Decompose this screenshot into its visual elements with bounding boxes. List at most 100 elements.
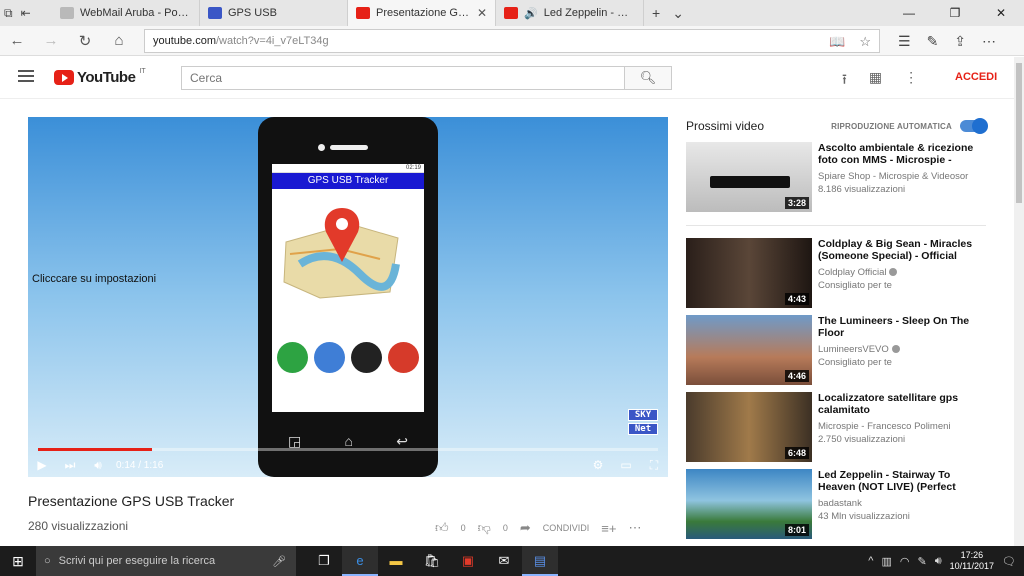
map-pin-icon xyxy=(283,208,400,299)
sign-in-button[interactable]: ACCEDI xyxy=(955,71,997,83)
video-player[interactable]: Clicccare su impostazioni 02:19 GPS USB … xyxy=(28,117,668,477)
phone-speaker xyxy=(330,145,368,150)
share-button[interactable]: CONDIVIDI xyxy=(543,523,590,533)
video-thumbnail[interactable]: 6:48 xyxy=(686,392,812,462)
apps-grid-icon[interactable]: ▦ xyxy=(869,69,882,93)
video-thumbnail[interactable]: 8:01 xyxy=(686,469,812,539)
share-icon[interactable]: ⇪ xyxy=(954,33,966,50)
fullscreen-icon[interactable]: ⛶ xyxy=(640,458,668,473)
up-next-item[interactable]: 4:43 Coldplay & Big Sean - Miracles (Som… xyxy=(686,238,986,308)
volume-icon[interactable]: 🔊︎ xyxy=(84,458,112,473)
video-item-title[interactable]: Localizzatore satellitare gps calamitato xyxy=(818,392,978,416)
play-icon[interactable]: ▶ xyxy=(28,458,56,472)
autoplay-toggle[interactable] xyxy=(960,118,988,134)
word-document-icon[interactable]: ▤ xyxy=(522,546,558,576)
gift-icon[interactable]: ▣ xyxy=(450,546,486,576)
clock-date: 10/11/2017 xyxy=(949,561,995,571)
tab-actions: ⧉ ⇤ xyxy=(0,0,52,26)
up-next-item[interactable]: 4:46 The Lumineers - Sleep On The Floor … xyxy=(686,315,986,385)
tab-webmail[interactable]: WebMail Aruba - Posta in ar xyxy=(52,0,200,26)
video-meta: 2.750 visualizzazioni xyxy=(818,434,906,445)
like-icon[interactable]: 👍︎ xyxy=(435,520,449,536)
new-tab-icon[interactable]: + xyxy=(652,5,660,21)
skynet-favicon-icon xyxy=(208,7,222,19)
video-item-title[interactable]: Ascolto ambientale & ricezione foto con … xyxy=(818,142,978,166)
dislike-count: 0 xyxy=(502,523,508,533)
time-display: 0:14 / 1:16 xyxy=(116,459,164,471)
file-explorer-icon[interactable]: ▬ xyxy=(378,546,414,576)
search-button[interactable]: 🔍︎ xyxy=(624,66,672,90)
wifi-icon[interactable]: ◠ xyxy=(900,555,910,568)
home-icon[interactable]: ⌂ xyxy=(102,32,136,49)
tab-gps-usb[interactable]: GPS USB xyxy=(200,0,348,26)
video-meta: Consigliato per te xyxy=(818,357,892,368)
scrollbar-thumb[interactable] xyxy=(1016,63,1022,203)
restore-icon[interactable]: ❐ xyxy=(932,0,978,26)
show-tabs-icon[interactable]: ⇤ xyxy=(21,6,31,20)
microphone-icon[interactable]: 🎤︎ xyxy=(272,555,286,568)
close-tab-icon[interactable]: ✕ xyxy=(477,6,487,20)
close-window-icon[interactable]: ✕ xyxy=(978,0,1024,26)
youtube-logo[interactable]: YouTube IT xyxy=(54,68,146,86)
settings-more-icon[interactable]: ⋮ xyxy=(904,69,918,93)
clock[interactable]: 17:26 10/11/2017 xyxy=(950,550,994,572)
minimize-icon[interactable]: — xyxy=(886,0,932,26)
tab-preview-chevron-icon[interactable]: ⌄ xyxy=(672,5,684,22)
video-item-title[interactable]: Led Zeppelin - Stairway To Heaven (NOT L… xyxy=(818,469,978,493)
up-next-item[interactable]: 8:01 Led Zeppelin - Stairway To Heaven (… xyxy=(686,469,986,539)
pen-icon[interactable]: ✎ xyxy=(927,33,939,50)
search-input[interactable] xyxy=(181,66,625,90)
video-meta: 43 Mln visualizzazioni xyxy=(818,511,910,522)
video-item-title[interactable]: The Lumineers - Sleep On The Floor xyxy=(818,315,978,339)
video-meta: Consigliato per te xyxy=(818,280,892,291)
url-host: youtube.com xyxy=(153,35,216,47)
video-thumbnail[interactable]: 4:43 xyxy=(686,238,812,308)
volume-tray-icon[interactable]: 🔊︎ xyxy=(935,555,942,568)
windows-start-icon[interactable]: ⊞ xyxy=(0,553,36,570)
tab-presentazione[interactable]: Presentazione GPS USB ✕ xyxy=(348,0,496,26)
tray-chevron-icon[interactable]: ^ xyxy=(868,555,873,567)
duration-badge: 4:46 xyxy=(784,370,809,382)
tab-led-zeppelin[interactable]: 🔊 Led Zeppelin - Stairway xyxy=(496,0,644,26)
speaker-icon[interactable]: 🔊 xyxy=(524,7,538,20)
page-scrollbar[interactable] xyxy=(1014,57,1024,546)
edge-icon[interactable]: e xyxy=(342,546,378,576)
refresh-icon[interactable]: ↻ xyxy=(68,32,102,50)
video-item-title[interactable]: Coldplay & Big Sean - Miracles (Someone … xyxy=(818,238,978,262)
task-view-icon[interactable]: ❐ xyxy=(306,546,342,576)
pen-workspace-icon[interactable]: ✎ xyxy=(917,555,926,568)
mail-icon[interactable]: ✉ xyxy=(486,546,522,576)
reading-view-icon[interactable]: 📖 xyxy=(829,34,845,50)
gear-icon[interactable]: ⚙ xyxy=(584,458,612,473)
more-icon[interactable]: ⋯ xyxy=(982,33,996,50)
more-actions-icon[interactable]: ⋯ xyxy=(628,520,641,536)
channel-row: Coldplay Official xyxy=(818,267,898,278)
set-aside-tabs-icon[interactable]: ⧉ xyxy=(4,6,13,21)
cortana-icon: ○ xyxy=(44,555,51,567)
webmail-favicon-icon xyxy=(60,7,74,19)
menu-icon[interactable] xyxy=(18,70,34,85)
autoplay-label: RIPRODUZIONE AUTOMATICA xyxy=(831,121,952,131)
favorite-star-icon[interactable]: ☆ xyxy=(859,34,871,50)
store-icon[interactable]: 🛍︎ xyxy=(414,546,450,576)
favorites-hub-icon[interactable]: ☰ xyxy=(898,33,911,50)
up-next-item[interactable]: 3:28 Ascolto ambientale & ricezione foto… xyxy=(686,142,986,212)
upload-icon[interactable]: ⭱ xyxy=(842,69,847,93)
up-next-item[interactable]: 6:48 Localizzatore satellitare gps calam… xyxy=(686,392,986,462)
taskbar-search[interactable]: ○ Scrivi qui per eseguire la ricerca 🎤︎ xyxy=(36,546,296,576)
share-arrow-icon[interactable]: ➦ xyxy=(520,520,531,536)
notifications-icon[interactable]: 🗨︎ xyxy=(1002,555,1016,568)
next-icon[interactable]: ⏭ xyxy=(56,458,84,473)
back-icon[interactable]: ← xyxy=(0,32,34,49)
video-thumbnail[interactable]: 3:28 xyxy=(686,142,812,212)
url-field[interactable]: youtube.com/watch?v=4i_v7eLT34g 📖 ☆ xyxy=(144,29,880,53)
watermark-line: SKY xyxy=(628,409,658,421)
progress-bar[interactable] xyxy=(38,448,658,451)
dislike-icon[interactable]: 👎︎ xyxy=(478,520,491,536)
theater-mode-icon[interactable]: ▭ xyxy=(612,458,640,473)
network-icon[interactable]: ▥ xyxy=(881,555,891,568)
forward-icon[interactable]: → xyxy=(34,32,68,49)
add-to-playlist-icon[interactable]: ≡+ xyxy=(601,521,616,536)
video-thumbnail[interactable]: 4:46 xyxy=(686,315,812,385)
divider xyxy=(686,225,986,226)
